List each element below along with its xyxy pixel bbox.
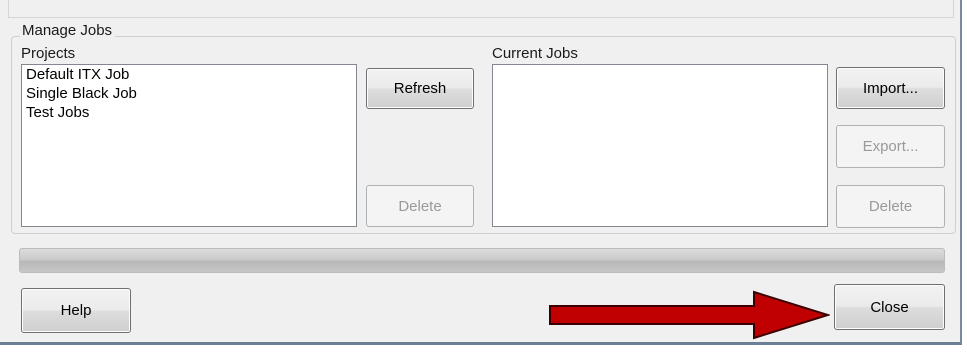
close-button[interactable]: Close bbox=[834, 284, 945, 330]
current-jobs-label: Current Jobs bbox=[492, 45, 578, 62]
top-panel-edge bbox=[8, 0, 954, 18]
red-arrow-shape bbox=[549, 290, 830, 340]
export-button[interactable]: Export... bbox=[836, 125, 945, 168]
manage-jobs-window: Manage Jobs Projects Default ITX Job Sin… bbox=[0, 0, 962, 345]
manage-jobs-title: Manage Jobs bbox=[20, 22, 116, 39]
current-jobs-listbox[interactable] bbox=[492, 64, 828, 227]
project-item[interactable]: Test Jobs bbox=[22, 103, 356, 122]
refresh-button[interactable]: Refresh bbox=[366, 68, 474, 109]
delete-job-button[interactable]: Delete bbox=[836, 185, 945, 228]
project-item[interactable]: Default ITX Job bbox=[22, 65, 356, 84]
projects-listbox[interactable]: Default ITX Job Single Black Job Test Jo… bbox=[21, 64, 357, 227]
import-button[interactable]: Import... bbox=[836, 67, 945, 109]
delete-project-button[interactable]: Delete bbox=[366, 185, 474, 227]
red-arrow-icon bbox=[549, 290, 830, 340]
progress-bar bbox=[19, 248, 945, 273]
projects-label: Projects bbox=[21, 45, 76, 62]
project-item[interactable]: Single Black Job bbox=[22, 84, 356, 103]
help-button[interactable]: Help bbox=[21, 288, 131, 333]
